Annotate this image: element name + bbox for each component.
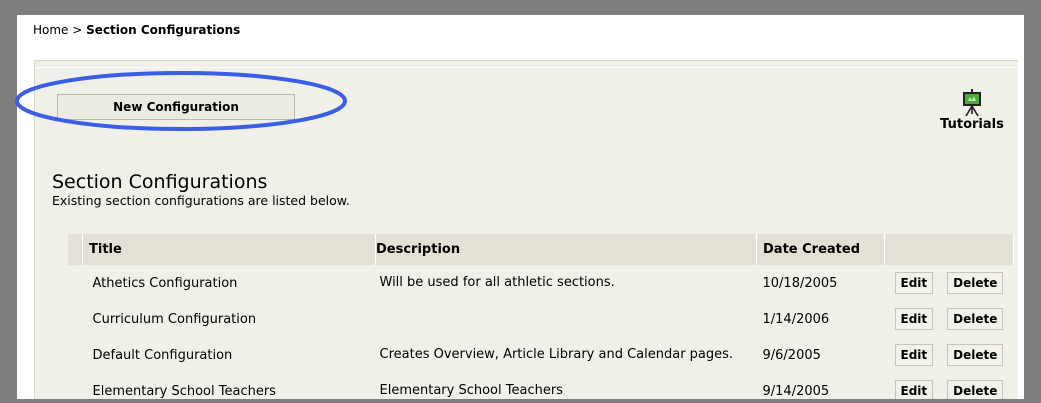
row-title: Elementary School Teachers	[92, 383, 276, 399]
table-header-row: Title Description Date Created	[68, 234, 1014, 265]
header-actions	[884, 234, 1014, 265]
row-title: Curriculum Configuration	[92, 311, 257, 327]
row-actions: Edit Delete	[885, 337, 1014, 373]
edit-button[interactable]: Edit	[894, 344, 934, 366]
edit-button[interactable]: Edit	[894, 272, 934, 294]
tutorials-label: Tutorials	[940, 117, 1004, 132]
configurations-table: Title Description Date Created Athetics …	[68, 234, 1014, 399]
delete-button[interactable]: Delete	[947, 308, 1004, 330]
row-date: 9/6/2005	[762, 347, 821, 363]
breadcrumb-home-link[interactable]: Home	[33, 23, 68, 37]
header-description[interactable]: Description	[375, 234, 757, 265]
section-header: Section Configurations Existing section …	[52, 171, 350, 208]
row-description: Elementary School Teachers	[379, 383, 563, 398]
row-title: Default Configuration	[92, 347, 233, 363]
panel-divider	[35, 67, 1018, 68]
row-actions: Edit Delete	[885, 373, 1014, 399]
header-title[interactable]: Title	[82, 234, 376, 265]
tutorials-link[interactable]: Tutorials	[937, 89, 1007, 132]
row-date: 10/18/2005	[762, 275, 838, 291]
section-title: Section Configurations	[52, 171, 268, 193]
presentation-board-icon	[963, 89, 981, 117]
row-actions: Edit Delete	[885, 265, 1014, 301]
delete-button[interactable]: Delete	[947, 344, 1004, 366]
page-frame: Home > Section Configurations New Config…	[17, 15, 1024, 399]
edit-button[interactable]: Edit	[894, 380, 934, 399]
row-actions: Edit Delete	[885, 301, 1014, 337]
row-description: Creates Overview, Article Library and Ca…	[379, 347, 734, 362]
content-panel: New Configuration Tutorials Section Conf…	[34, 60, 1018, 399]
row-title: Athetics Configuration	[92, 275, 238, 291]
edit-button[interactable]: Edit	[894, 308, 934, 330]
header-spacer	[68, 234, 83, 265]
section-subtitle: Existing section configurations are list…	[52, 193, 350, 208]
row-date: 9/14/2005	[762, 383, 830, 399]
table-row: Curriculum Configuration 1/14/2006 Edit D…	[68, 301, 1014, 337]
table-row: Elementary School Teachers Elementary Sc…	[68, 373, 1014, 399]
breadcrumb-current: Section Configurations	[86, 23, 241, 37]
table-row: Athetics Configuration Will be used for …	[68, 265, 1014, 301]
new-configuration-button[interactable]: New Configuration	[57, 94, 295, 120]
delete-button[interactable]: Delete	[947, 272, 1004, 294]
row-description	[376, 301, 757, 337]
breadcrumb-separator: >	[72, 23, 83, 37]
breadcrumb: Home > Section Configurations	[33, 23, 240, 37]
table-row: Default Configuration Creates Overview, …	[68, 337, 1014, 373]
delete-button[interactable]: Delete	[947, 380, 1004, 399]
header-date-created[interactable]: Date Created	[756, 234, 885, 265]
row-description: Will be used for all athletic sections.	[379, 275, 615, 290]
row-date: 1/14/2006	[762, 311, 830, 327]
